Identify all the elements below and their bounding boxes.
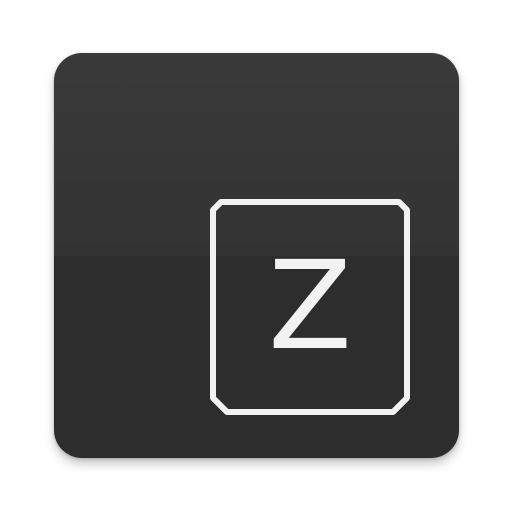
keyboard-key-icon: Z	[209, 198, 411, 420]
screen: Z	[0, 0, 512, 512]
key-letter: Z	[268, 235, 352, 377]
app-icon[interactable]: Z	[54, 53, 459, 458]
